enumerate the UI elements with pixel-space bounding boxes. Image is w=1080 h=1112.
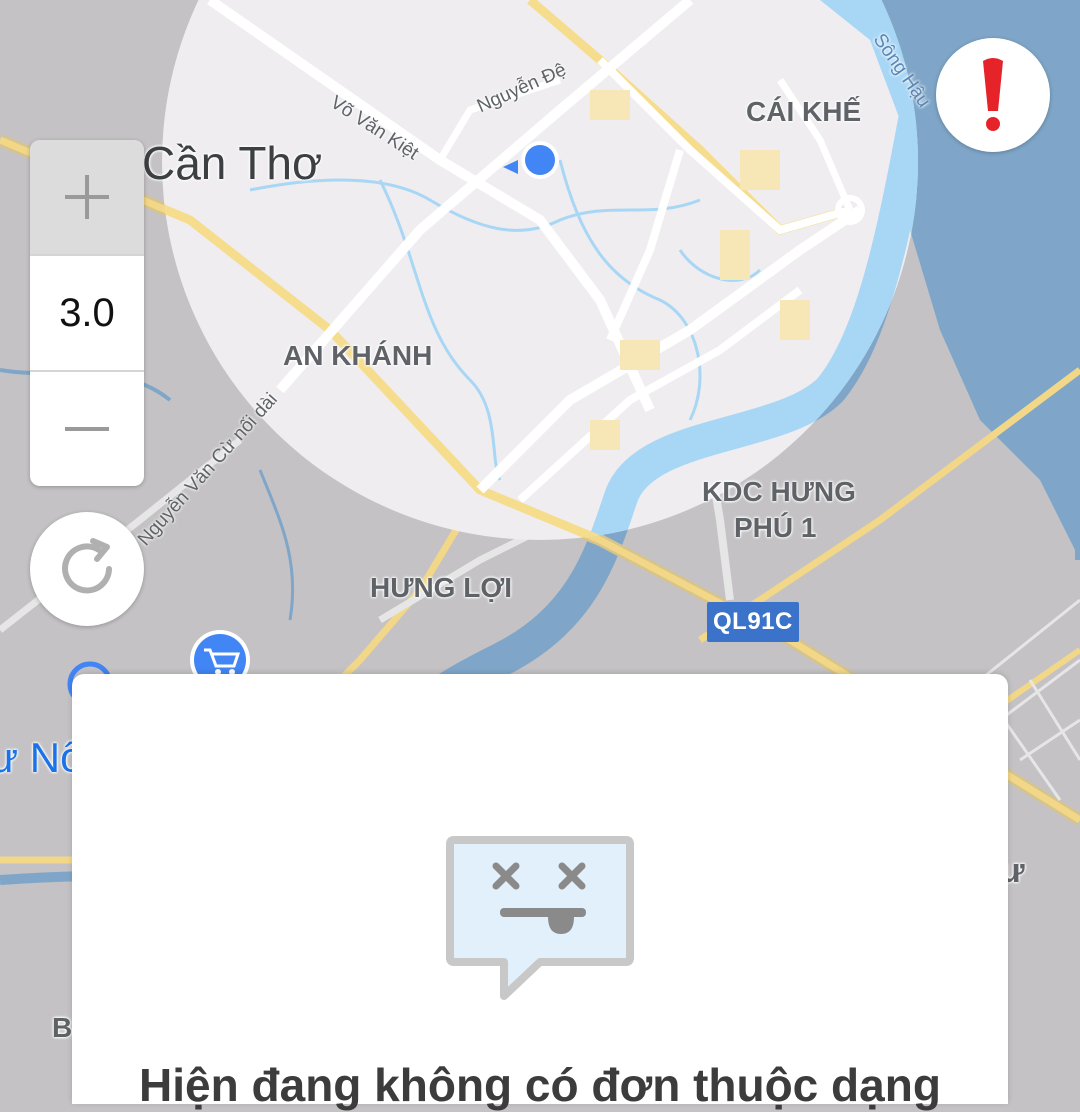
orders-panel: Hiện đang không có đơn thuộc dạng bbox=[72, 674, 1008, 1111]
minus-icon bbox=[65, 427, 109, 431]
zoom-level-value: 3.0 bbox=[59, 290, 115, 335]
empty-state-title: Hiện đang không có đơn thuộc dạng bbox=[139, 1059, 941, 1111]
refresh-button[interactable] bbox=[30, 512, 144, 626]
road-badge-ql91c: QL91C bbox=[707, 602, 799, 642]
refresh-icon bbox=[62, 538, 112, 594]
plus-icon bbox=[65, 175, 109, 219]
zoom-control: 3.0 bbox=[30, 140, 144, 486]
district-label-kdc-hung: KDC HƯNG bbox=[702, 476, 856, 507]
zoom-in-button[interactable] bbox=[30, 140, 144, 254]
place-label-bottom-left: B bbox=[52, 1012, 73, 1043]
district-label-cai-khe: CÁI KHẾ bbox=[746, 96, 862, 127]
place-label-left-edge: ư Nổ bbox=[0, 734, 84, 781]
district-label-hung-loi: HƯNG LỢI bbox=[370, 572, 512, 603]
exclamation-icon bbox=[983, 58, 1003, 131]
district-label-an-khanh: AN KHÁNH bbox=[283, 340, 433, 371]
sad-chat-bubble-icon bbox=[446, 836, 634, 1000]
zoom-out-button[interactable] bbox=[30, 372, 144, 486]
district-label-phu-1: PHÚ 1 bbox=[734, 512, 817, 543]
city-label: Cần Thơ bbox=[142, 137, 323, 189]
alert-button[interactable] bbox=[936, 38, 1050, 152]
